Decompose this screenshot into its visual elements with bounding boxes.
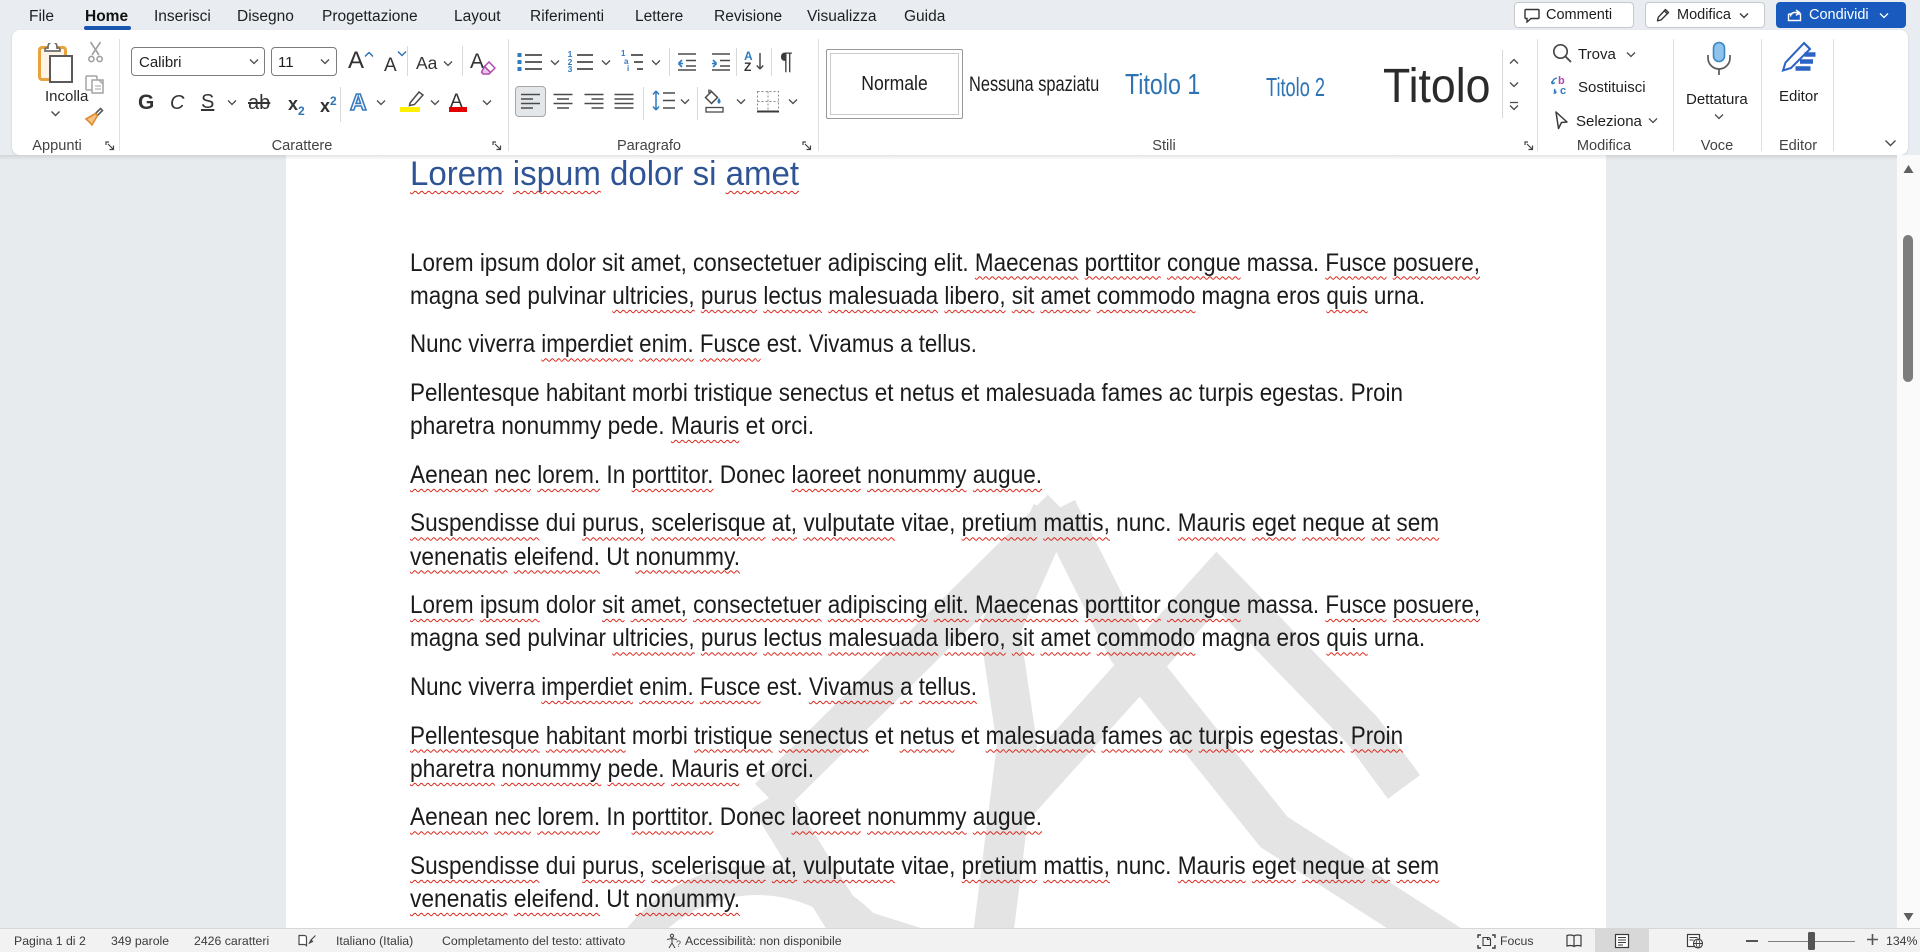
svg-text:?: ? — [676, 939, 681, 949]
svg-text:c: c — [1560, 85, 1566, 95]
